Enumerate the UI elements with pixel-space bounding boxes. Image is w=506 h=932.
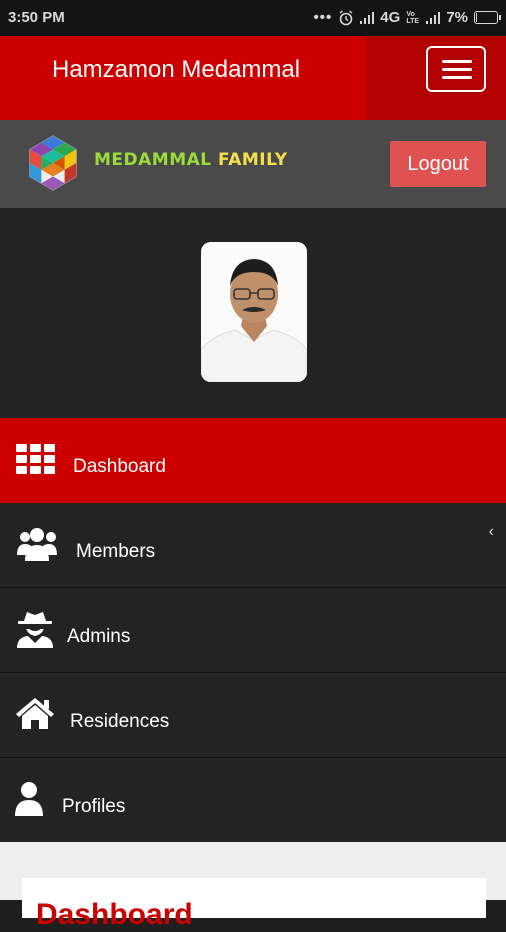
network-type: 4G bbox=[380, 9, 401, 26]
profile-section bbox=[0, 208, 506, 418]
user-icon bbox=[15, 782, 43, 816]
sidebar-item-label: Members bbox=[76, 541, 156, 562]
home-icon bbox=[16, 698, 54, 729]
battery-icon bbox=[474, 11, 501, 24]
status-bar: 3:50 PM ••• 4G Vo LTE 7% bbox=[0, 0, 506, 36]
sidebar-item-label: Profiles bbox=[62, 796, 126, 817]
grid-icon bbox=[16, 444, 55, 474]
battery-percent: 7% bbox=[446, 9, 468, 26]
more-dots-icon: ••• bbox=[313, 9, 333, 26]
brand-bar: MEDAMMAL FAMILY Logout bbox=[0, 120, 506, 208]
sidebar-item-label: Residences bbox=[70, 711, 170, 732]
hamburger-menu-icon bbox=[442, 60, 472, 63]
sidebar-nav: Dashboard Members ‹ Admins Residences Pr… bbox=[0, 418, 506, 843]
chevron-left-icon[interactable]: ‹ bbox=[489, 523, 494, 541]
volte-label: Vo LTE bbox=[406, 10, 420, 25]
sidebar-item-profiles[interactable]: Profiles bbox=[0, 758, 506, 843]
sidebar-item-label: Admins bbox=[67, 626, 131, 647]
sidebar-item-residences[interactable]: Residences bbox=[0, 673, 506, 758]
users-icon bbox=[17, 528, 57, 561]
signal-icon-2 bbox=[426, 11, 441, 24]
main-content: Dashboard bbox=[0, 842, 506, 931]
app-header: Hamzamon Medammal bbox=[0, 36, 506, 120]
dashboard-card: Dashboard bbox=[22, 878, 486, 931]
hamburger-menu-button[interactable] bbox=[426, 46, 486, 92]
app-title: Hamzamon Medammal bbox=[52, 56, 301, 83]
avatar bbox=[201, 242, 307, 382]
page-title: Dashboard bbox=[36, 898, 193, 931]
hamburger-line bbox=[442, 68, 472, 71]
alarm-icon bbox=[339, 9, 353, 25]
profile-photo[interactable] bbox=[201, 242, 307, 382]
signal-icon bbox=[360, 11, 375, 24]
status-time: 3:50 PM bbox=[8, 9, 65, 26]
sidebar-item-admins[interactable]: Admins bbox=[0, 588, 506, 673]
brand-name: MEDAMMAL FAMILY bbox=[94, 150, 288, 170]
brand-name-part2: FAMILY bbox=[218, 150, 288, 170]
status-icons: ••• 4G Vo LTE 7% bbox=[313, 9, 501, 26]
brand-name-part1: MEDAMMAL bbox=[94, 150, 212, 170]
logout-button[interactable]: Logout bbox=[390, 141, 486, 187]
sidebar-item-label: Dashboard bbox=[73, 456, 166, 477]
sidebar-item-dashboard[interactable]: Dashboard bbox=[0, 418, 506, 503]
sidebar-item-members[interactable]: Members ‹ bbox=[0, 503, 506, 588]
hamburger-line bbox=[442, 76, 472, 79]
spy-icon bbox=[17, 612, 53, 648]
menu-area bbox=[366, 36, 506, 120]
family-logo bbox=[29, 135, 77, 191]
